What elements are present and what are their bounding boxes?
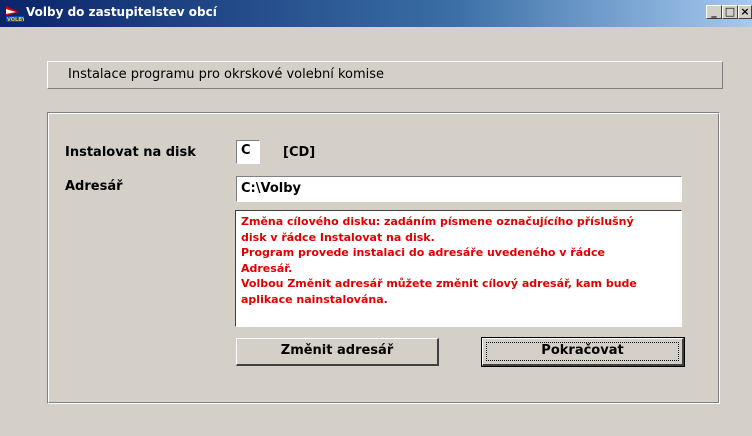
change-directory-button[interactable]: Změnit adresář	[236, 338, 439, 366]
info-panel: Změna cílového disku: zadáním písmene oz…	[235, 210, 682, 327]
header-panel: Instalace programu pro okrskové volební …	[47, 61, 723, 89]
change-directory-label: Změnit adresář	[280, 343, 394, 358]
disk-label: Instalovat na disk	[65, 145, 196, 160]
close-button[interactable]: ×	[738, 5, 752, 19]
info-line: aplikace nainstalována.	[241, 292, 388, 306]
disk-type-label: [CD]	[283, 145, 316, 160]
continue-button[interactable]: Pokračovat	[481, 337, 685, 367]
info-line: Program provede instalaci do adresáře uv…	[241, 246, 605, 259]
maximize-button[interactable]: □	[722, 5, 738, 19]
disk-input[interactable]: C	[236, 140, 260, 164]
directory-label: Adresář	[65, 179, 123, 194]
volby-app-icon: VOLBY	[6, 6, 24, 22]
window-title: Volby do zastupitelstev obcí	[26, 5, 217, 19]
info-line: Volbou Změnit adresář můžete změnit cílo…	[241, 277, 637, 290]
svg-text:VOLBY: VOLBY	[7, 17, 24, 22]
continue-label: Pokračovat	[541, 343, 624, 358]
minimize-button[interactable]: _	[706, 5, 722, 19]
info-line: disk v řádce Instalovat na disk.	[241, 230, 435, 244]
title-bar: VOLBY Volby do zastupitelstev obcí _ □ ×	[0, 0, 752, 27]
info-line: Změna cílového disku: zadáním písmene oz…	[241, 215, 634, 228]
info-line: Adresář.	[241, 261, 293, 275]
directory-input[interactable]: C:\Volby	[236, 176, 682, 202]
header-title: Instalace programu pro okrskové volební …	[68, 67, 385, 82]
